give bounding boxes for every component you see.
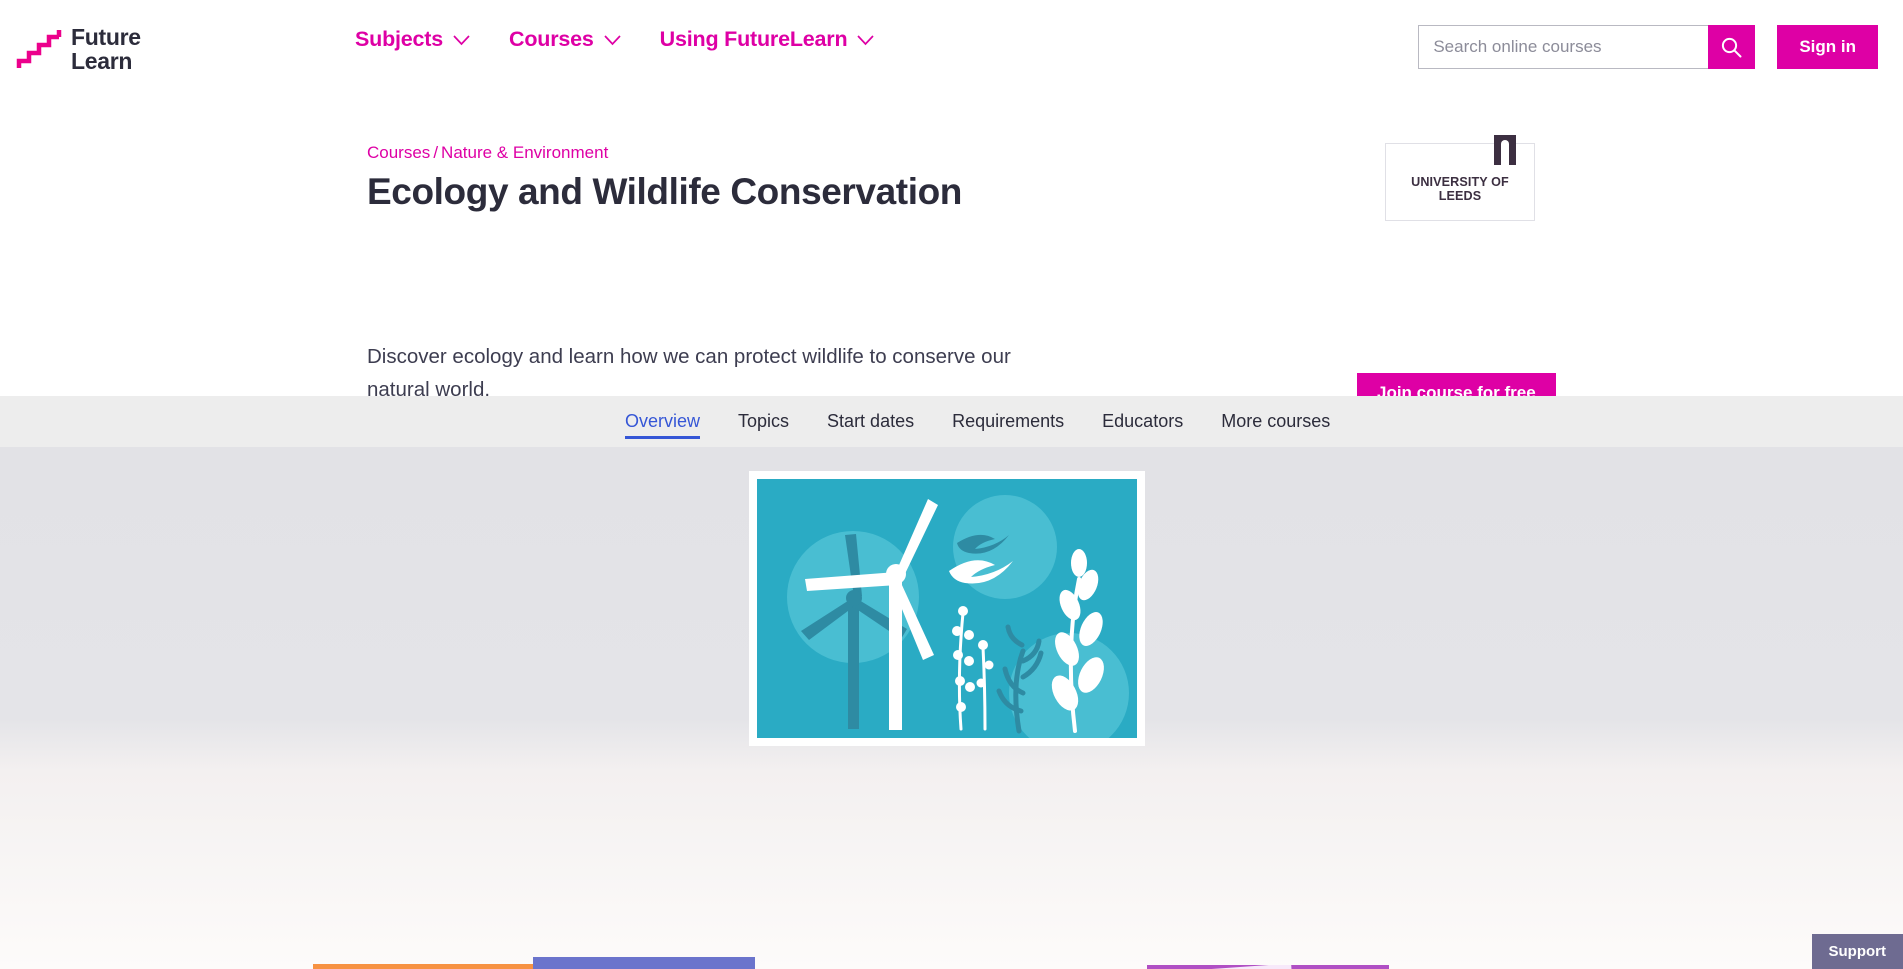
- tab-overview[interactable]: Overview: [625, 396, 701, 447]
- tab-list: Overview Topics Start dates Requirements…: [625, 396, 1330, 447]
- search-submit-button[interactable]: [1708, 25, 1756, 69]
- provider-name: UNIVERSITY OF LEEDS: [1411, 175, 1509, 203]
- support-button[interactable]: Support: [1811, 934, 1903, 969]
- futurelearn-staircase-icon: [16, 30, 62, 69]
- leeds-tower-icon: [1494, 135, 1516, 165]
- logo-line-future: Future: [71, 24, 141, 50]
- logo-line-learn: Learn: [71, 48, 133, 75]
- course-intro-section: Courses / Nature & Environment Ecology and…: [0, 95, 1903, 413]
- search-box: [1418, 25, 1756, 69]
- tab-topics[interactable]: Topics: [738, 396, 789, 447]
- breadcrumb-separator: /: [433, 143, 439, 162]
- sign-in-button[interactable]: Sign in: [1777, 25, 1878, 69]
- nav-item-using-futurelearn[interactable]: Using FutureLearn: [660, 27, 876, 52]
- provider-logo-inner: UNIVERSITY OF LEEDS: [1394, 135, 1526, 203]
- chevron-down-icon: [857, 34, 875, 45]
- header-actions: Sign in: [1418, 25, 1878, 69]
- course-tabbar: Overview Topics Start dates Requirements…: [0, 396, 1903, 447]
- tab-educators[interactable]: Educators: [1102, 396, 1183, 447]
- nav-label-using-futurelearn: Using FutureLearn: [659, 27, 848, 51]
- hero-carousel: Pt Cl Cl NH₃ NH₃: [0, 447, 1903, 969]
- ecology-illustration: [787, 495, 1129, 738]
- futurelearn-logo[interactable]: Future Learn: [15, 25, 141, 74]
- tab-requirements[interactable]: Requirements: [952, 396, 1064, 447]
- carousel-card-ecology-active[interactable]: [749, 471, 1145, 746]
- ecology-card-art: [757, 479, 1137, 738]
- nav-item-courses[interactable]: Courses: [509, 27, 622, 52]
- chevron-down-icon: [604, 34, 621, 45]
- planets-saturn-art: [313, 964, 533, 969]
- main-navigation: Subjects Courses Using FutureLearn: [355, 27, 875, 52]
- search-icon: [1722, 37, 1742, 57]
- carousel-card-planets[interactable]: [313, 964, 533, 969]
- nav-label-subjects: Subjects: [355, 27, 444, 51]
- tab-start-dates[interactable]: Start dates: [827, 396, 914, 447]
- breadcrumb: Courses / Nature & Environment: [367, 143, 608, 163]
- search-input[interactable]: [1418, 25, 1709, 69]
- carousel-card-computer-documents[interactable]: [1147, 965, 1389, 969]
- page-title: Ecology and Wildlife Conservation: [367, 171, 962, 212]
- tab-more-courses[interactable]: More courses: [1221, 396, 1330, 447]
- nav-label-courses: Courses: [509, 27, 594, 51]
- nav-item-subjects[interactable]: Subjects: [355, 27, 471, 52]
- breadcrumb-category[interactable]: Nature & Environment: [441, 143, 608, 162]
- chevron-down-icon: [453, 34, 470, 45]
- breadcrumb-courses[interactable]: Courses: [367, 143, 430, 162]
- computer-documents-art: [1185, 965, 1299, 969]
- microscope-lab-art: [533, 957, 755, 969]
- logo-wordmark: Future Learn: [71, 25, 141, 74]
- carousel-card-microscope-lab[interactable]: [533, 957, 755, 969]
- site-header: Future Learn Subjects Courses Using Futu…: [0, 0, 1903, 95]
- provider-logo[interactable]: UNIVERSITY OF LEEDS: [1385, 135, 1535, 221]
